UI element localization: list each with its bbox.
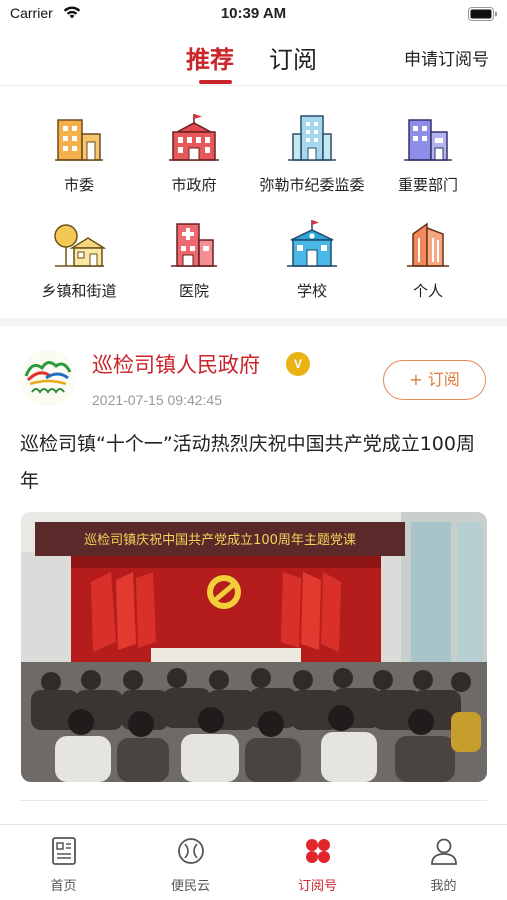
category-grid: 市委 市政府 弥勒市纪委监委 重要部门 乡镇和街道 医院 学校 个人 xyxy=(0,100,507,310)
tab-service-cloud[interactable]: 便民云 xyxy=(127,835,254,894)
category-label: 医院 xyxy=(178,282,209,300)
active-tab-indicator xyxy=(199,80,232,84)
meeting-photo: 巡检司镇庆祝中国共产党成立100周年主题党课 xyxy=(21,512,487,782)
article-title[interactable]: 巡检司镇“十个一”活动热烈庆祝中国共产党成立100周年 xyxy=(20,426,490,500)
tab-recommend[interactable]: 推荐 xyxy=(186,40,234,75)
tab-profile[interactable]: 我的 xyxy=(380,835,507,894)
category-label: 弥勒市纪委监委 xyxy=(259,176,365,194)
article-photo[interactable]: 巡检司镇庆祝中国共产党成立100周年主题党课 xyxy=(21,512,487,782)
category-label: 重要部门 xyxy=(397,176,458,194)
news-icon xyxy=(51,837,76,865)
category-school[interactable]: 学校 xyxy=(252,218,372,301)
photo-banner-text: 巡检司镇庆祝中国共产党成立100周年主题党课 xyxy=(84,533,356,548)
category-label: 乡镇和街道 xyxy=(41,282,117,300)
tab-subscriptions[interactable]: 订阅号 xyxy=(254,835,381,894)
clock: 10:39 AM xyxy=(220,5,287,22)
category-label: 市委 xyxy=(63,176,94,194)
category-label: 学校 xyxy=(296,282,327,300)
town-logo-icon xyxy=(24,361,72,394)
publisher-logo[interactable] xyxy=(20,350,76,406)
category-label: 个人 xyxy=(412,282,443,300)
government-building-icon xyxy=(169,114,219,161)
discipline-building-icon xyxy=(288,115,336,161)
cloud-service-icon xyxy=(177,838,204,864)
top-header: 推荐 订阅 申请订阅号 xyxy=(0,30,507,84)
verified-badge: V xyxy=(286,352,310,376)
department-building-icon xyxy=(404,119,452,161)
person-building-icon xyxy=(407,222,449,267)
publisher-name[interactable]: 巡检司镇人民政府 xyxy=(92,349,260,379)
tab-label: 我的 xyxy=(430,879,457,894)
card-divider xyxy=(20,800,487,801)
tab-subscribe[interactable]: 订阅 xyxy=(269,40,317,75)
school-icon xyxy=(287,220,337,267)
category-label: 市政府 xyxy=(171,176,217,194)
office-building-icon xyxy=(55,119,103,161)
category-city-committee[interactable]: 市委 xyxy=(19,112,139,195)
tab-label: 订阅号 xyxy=(297,879,337,894)
tab-label: 便民云 xyxy=(170,879,210,894)
divider xyxy=(0,85,507,86)
category-key-departments[interactable]: 重要部门 xyxy=(368,112,488,195)
publish-date: 2021-07-15 09:42:45 xyxy=(92,392,222,408)
profile-icon xyxy=(430,838,457,865)
status-bar: Carrier 10:39 AM xyxy=(0,0,507,30)
bottom-tab-bar: 首页 便民云 订阅号 我的 xyxy=(0,824,507,900)
category-townships[interactable]: 乡镇和街道 xyxy=(19,218,139,301)
subscription-icon xyxy=(305,839,330,863)
category-discipline-commission[interactable]: 弥勒市纪委监委 xyxy=(252,112,372,195)
category-city-government[interactable]: 市政府 xyxy=(134,112,254,195)
battery-icon xyxy=(468,7,497,21)
tab-label: 首页 xyxy=(50,879,77,894)
tab-home[interactable]: 首页 xyxy=(0,835,127,894)
section-separator xyxy=(0,318,507,326)
category-individual[interactable]: 个人 xyxy=(368,218,488,301)
township-icon xyxy=(54,224,106,267)
hospital-icon xyxy=(171,223,217,267)
category-hospital[interactable]: 医院 xyxy=(134,218,254,301)
apply-subscription-link[interactable]: 申请订阅号 xyxy=(404,45,489,70)
subscribe-button[interactable]: + 订阅 xyxy=(383,360,486,400)
